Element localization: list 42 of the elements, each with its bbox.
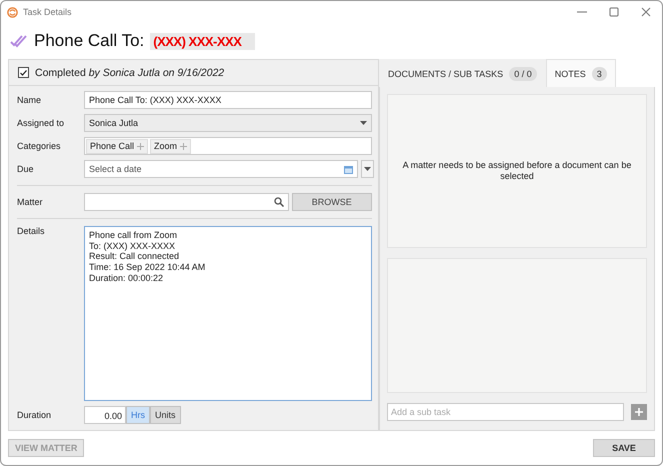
search-icon — [274, 197, 284, 207]
window-title: Task Details — [23, 7, 72, 17]
count-badge: 3 — [592, 66, 607, 80]
matter-search-field[interactable] — [84, 193, 289, 211]
unit-toggle[interactable]: Units — [150, 406, 181, 424]
completion-label: Completed by Sonica Jutla on 9/16/2022 — [35, 66, 224, 78]
double-check-icon — [10, 34, 28, 48]
plus-icon — [635, 408, 643, 416]
panel-tab[interactable]: DOCUMENTS / SUB TASKS 0 / 0 — [379, 59, 546, 87]
plus-icon — [180, 142, 188, 150]
completed-checkbox[interactable] — [18, 67, 29, 78]
calendar-icon[interactable] — [344, 164, 353, 174]
empty-message: A matter needs to be assigned before a document can be selected — [402, 160, 632, 182]
field-label: Duration — [17, 410, 52, 420]
date-dropdown-button[interactable] — [361, 160, 374, 178]
details-field[interactable]: Phone call from Zoom To: (XXX) XXX-XXXX Result: Call connected Time: 16 Sep 2022 10:44 AM Duration: 00:00:22 — [84, 226, 372, 401]
field-label: Assigned to — [17, 118, 66, 128]
caret-icon — [360, 121, 367, 125]
field-label: Categories — [17, 141, 62, 151]
count-badge: 0 / 0 — [509, 66, 537, 80]
add-button[interactable] — [631, 404, 647, 420]
assigned-dropdown[interactable]: Sonica Jutla — [84, 114, 372, 132]
task-heading: Phone Call To: — [34, 31, 144, 51]
browse-button[interactable]: BROWSE — [292, 193, 372, 211]
name-field[interactable]: Phone Call To: (XXX) XXX-XXXX — [84, 91, 372, 109]
plus-icon — [137, 142, 144, 150]
footer-button[interactable]: SAVE — [593, 439, 655, 457]
panel-tab[interactable]: NOTES 3 — [546, 59, 616, 87]
categories-field[interactable]: Phone Call Zoom — [84, 137, 372, 155]
duration-field[interactable]: 0.00 — [84, 406, 126, 424]
close-icon[interactable] — [641, 7, 651, 17]
app-logo-icon — [7, 6, 18, 18]
field-label: Matter — [17, 197, 44, 207]
field-label: Name — [17, 95, 42, 105]
date-field[interactable]: Select a date — [84, 160, 358, 178]
category-tag[interactable]: Zoom — [150, 138, 192, 154]
field-label: Due — [17, 164, 35, 174]
caret-icon — [364, 167, 371, 171]
maximize-icon[interactable] — [609, 7, 619, 17]
redacted-phone-number: (XXX) XXX-XXX — [150, 32, 256, 50]
field-label: Details — [17, 226, 46, 236]
category-tag[interactable]: Phone Call — [86, 138, 148, 154]
